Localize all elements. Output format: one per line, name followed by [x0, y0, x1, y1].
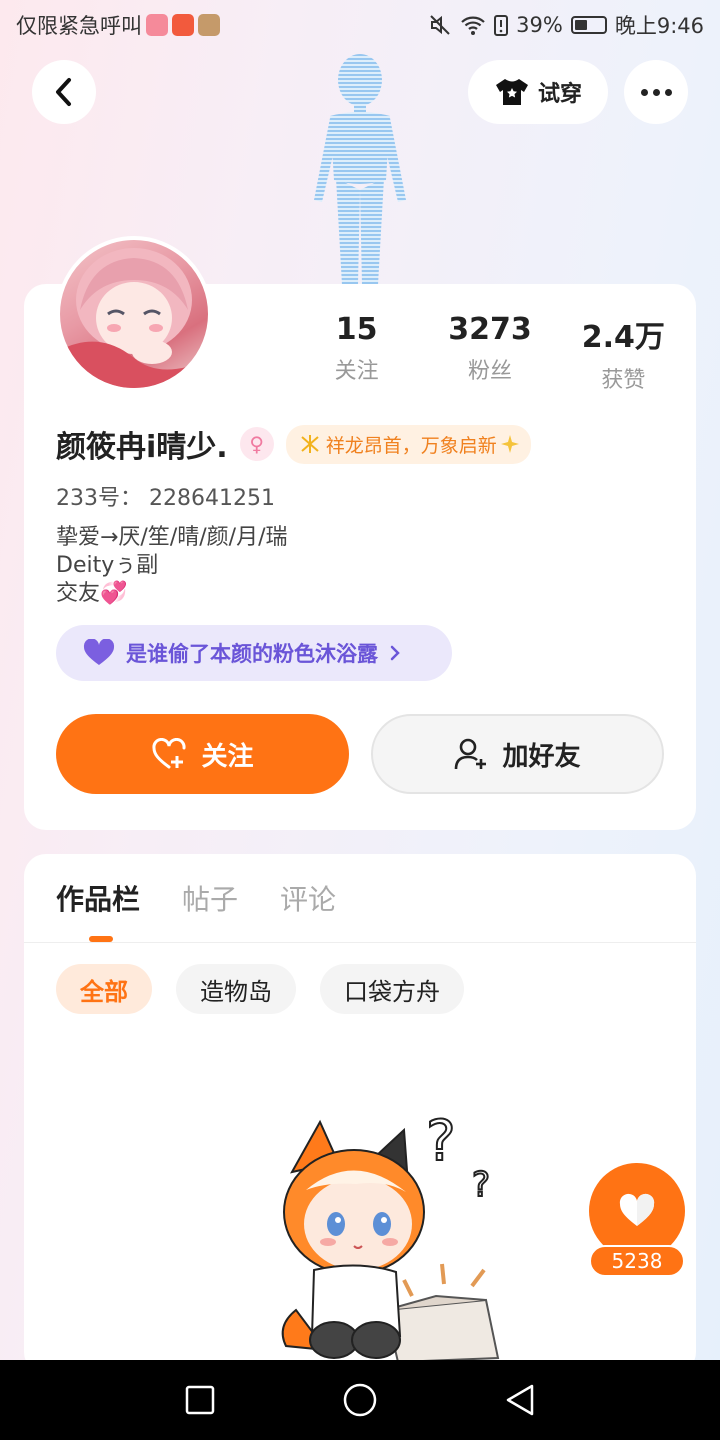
user-avatar[interactable]: [56, 236, 212, 392]
mute-icon: [430, 15, 450, 35]
bio-line: 交友💞: [56, 581, 128, 606]
more-dot-icon: [640, 88, 648, 96]
add-friend-label: 加好友: [502, 741, 581, 772]
carrier-text: 仅限紧急呼叫: [16, 14, 142, 38]
event-badge-text: 祥龙昂首，万象启新: [325, 434, 497, 457]
system-navigation-bar: [0, 1360, 720, 1440]
more-dot-icon: [664, 88, 672, 96]
try-on-button[interactable]: 试穿: [468, 60, 608, 124]
back-button[interactable]: [32, 60, 96, 124]
event-badge[interactable]: 祥龙昂首，万象启新: [285, 424, 531, 464]
user-name: 颜筱冉i晴少.: [56, 430, 228, 465]
purple-heart-icon: [83, 639, 115, 665]
more-dot-icon: [652, 88, 660, 96]
battery-percent: 39%: [516, 13, 563, 37]
stat-likes[interactable]: 2.4万 获赞: [557, 312, 690, 394]
chip-pocket-ark[interactable]: 口袋方舟: [320, 964, 464, 1014]
notification-app-icon: [198, 14, 220, 36]
status-bar: 仅限紧急呼叫 39% 晚上9:46: [0, 0, 720, 50]
clock: 晚上9:46: [614, 14, 704, 38]
hologram-avatar-figure[interactable]: [300, 50, 420, 285]
highlight-tag-pill[interactable]: 是谁偷了本颜的粉色沐浴露: [56, 625, 452, 681]
try-on-label: 试穿: [537, 82, 582, 107]
stat-label: 粉丝: [467, 359, 512, 384]
follow-label: 关注: [201, 741, 254, 772]
more-options-button[interactable]: [624, 60, 688, 124]
bio-line: 挚爱→厌/笙/晴/颜/月/瑞: [56, 525, 288, 550]
avatar-illustration: [60, 248, 208, 388]
tab-comments[interactable]: 评论: [280, 878, 336, 918]
battery-icon: [570, 16, 607, 34]
stat-label: 关注: [334, 359, 379, 384]
like-count: 5238: [589, 1245, 685, 1277]
female-gender-icon: ♀: [239, 427, 274, 461]
user-bio: 挚爱→厌/笙/晴/颜/月/瑞 Deityぅ副 交友💞: [56, 524, 288, 608]
add-friend-button[interactable]: 加好友: [371, 714, 664, 794]
user-id: 233号： 228641251: [56, 486, 275, 511]
chip-all[interactable]: 全部: [56, 964, 152, 1014]
notification-app-icon: [146, 14, 168, 36]
stat-value: 2.4万: [581, 320, 665, 355]
notification-app-icon: [172, 14, 194, 36]
stat-value: 15: [335, 312, 378, 347]
tab-works[interactable]: 作品栏: [56, 878, 140, 918]
system-back-button[interactable]: [500, 1380, 540, 1420]
svg-text:?: ?: [426, 1109, 456, 1174]
heart-icon: [619, 1193, 655, 1226]
chevron-left-icon: [56, 78, 71, 106]
tab-posts[interactable]: 帖子: [182, 878, 238, 918]
tabs-divider: [24, 942, 696, 943]
sparkle-icon: [500, 435, 519, 453]
svg-text:?: ?: [472, 1165, 490, 1205]
square-icon: [185, 1385, 215, 1415]
home-button[interactable]: [340, 1380, 380, 1420]
works-tabs: 作品栏 帖子 评论: [56, 878, 336, 918]
stat-label: 获赞: [601, 368, 646, 393]
follow-button[interactable]: 关注: [56, 714, 349, 794]
profile-stats: 15 关注 3273 粉丝 2.4万 获赞: [290, 312, 690, 394]
battery-alert-icon: [494, 15, 509, 36]
wifi-icon: [461, 16, 485, 35]
tshirt-icon: [495, 79, 528, 105]
highlight-tag-text: 是谁偷了本颜的粉色沐浴露: [126, 642, 378, 666]
heart-plus-icon: [152, 738, 186, 769]
recent-apps-button[interactable]: [180, 1380, 220, 1420]
filter-chips: 全部 造物岛 口袋方舟: [56, 964, 464, 1014]
stat-value: 3273: [448, 312, 532, 347]
circle-icon: [343, 1383, 377, 1417]
bio-line: Deityぅ副: [56, 553, 159, 578]
name-row: 颜筱冉i晴少. ♀ 祥龙昂首，万象启新: [56, 422, 531, 466]
stat-followers[interactable]: 3273 粉丝: [423, 312, 556, 394]
chevron-right-icon: [390, 645, 400, 661]
stat-following[interactable]: 15 关注: [290, 312, 423, 394]
triangle-back-icon: [506, 1384, 534, 1416]
add-user-icon: [455, 738, 487, 770]
empty-state-mascot-illustration: ? ?: [281, 1108, 500, 1362]
firework-icon: [301, 435, 319, 453]
chip-creation-island[interactable]: 造物岛: [176, 964, 296, 1014]
